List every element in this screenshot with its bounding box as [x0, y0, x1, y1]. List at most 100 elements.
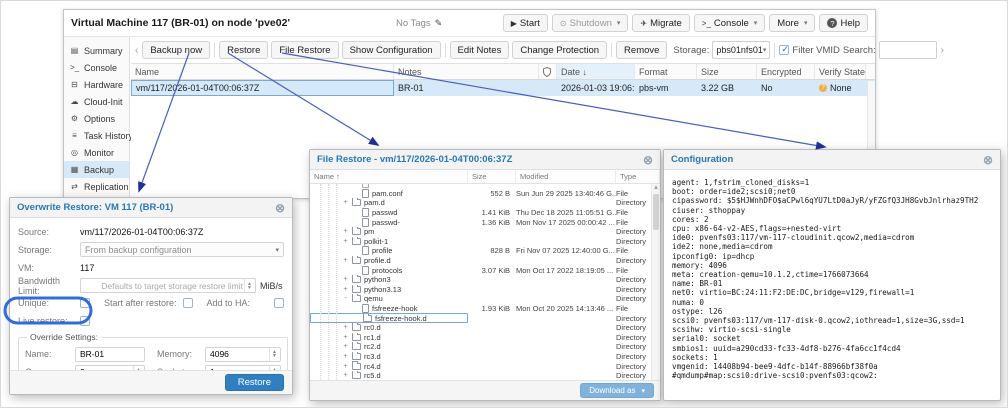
file-name-label: passwd — [372, 208, 397, 217]
tree-expander-icon[interactable]: + — [342, 343, 349, 350]
file-column-header-size[interactable]: Size — [468, 170, 516, 183]
add-ha-checkbox[interactable] — [274, 298, 284, 308]
download-as-button[interactable]: Download as ▾ — [580, 383, 654, 398]
file-row-polkit-1[interactable]: +polkit-1Directory — [310, 237, 660, 247]
name-input[interactable] — [76, 348, 144, 361]
file-row-fsfreeze-hook[interactable]: fsfreeze-hook1.93 KiBMon Oct 20 2025 14:… — [310, 304, 660, 314]
tree-expander-icon[interactable]: + — [342, 199, 349, 206]
tree-expander-icon[interactable]: + — [342, 372, 349, 379]
file-row-passwd-[interactable]: passwd-1.36 KiBMon Nov 17 2025 00:00:42 … — [310, 217, 660, 227]
unique-checkbox[interactable] — [80, 298, 90, 308]
help-button[interactable]: ?Help — [819, 14, 868, 32]
sidebar-item-cloud-init[interactable]: ☁Cloud-Init — [64, 93, 129, 110]
tree-expander-icon[interactable]: + — [342, 276, 349, 283]
backup-table-row[interactable]: vm/117/2026-01-04T00:06:37ZBR-012026-01-… — [131, 80, 875, 96]
sidebar-item-monitor[interactable]: ◎Monitor — [64, 144, 129, 161]
migrate-button[interactable]: ✈Migrate — [632, 14, 689, 32]
file-row-pam-d[interactable]: +pam.dDirectory — [310, 198, 660, 208]
tree-expander-icon[interactable]: + — [342, 238, 349, 245]
column-header-size[interactable]: Size — [697, 64, 757, 79]
file-column-header-modified[interactable]: Modified — [516, 170, 616, 183]
tree-expander-icon[interactable]: + — [342, 324, 349, 331]
file-row-rc4-d[interactable]: +rc4.dDirectory — [310, 361, 660, 371]
sidebar-item-label: Hardware — [84, 80, 123, 90]
show-configuration-button[interactable]: Show Configuration — [342, 41, 441, 59]
bandwidth-input-wrap: ▲▼ — [80, 278, 256, 293]
tree-expander-icon[interactable]: + — [342, 334, 349, 341]
more-button[interactable]: More▾ — [769, 14, 815, 32]
file-row-rc3-d[interactable]: +rc3.dDirectory — [310, 352, 660, 362]
column-header-encrypted[interactable]: Encrypted — [757, 64, 815, 79]
restore-button[interactable]: Restore — [219, 41, 268, 59]
file-row-profile-d[interactable]: +profile.dDirectory — [310, 256, 660, 266]
file-row-rc1-d[interactable]: +rc1.dDirectory — [310, 333, 660, 343]
bandwidth-input[interactable] — [81, 279, 255, 292]
start-after-checkbox[interactable] — [183, 298, 193, 308]
collapse-chevron-icon[interactable]: ‹ — [134, 45, 139, 56]
tree-expander-icon[interactable]: + — [342, 363, 349, 370]
column-header-date[interactable]: Date ↓ — [557, 64, 635, 79]
live-restore-checkbox[interactable] — [80, 316, 90, 326]
close-icon[interactable]: ⊗ — [643, 154, 653, 166]
spinner-icon[interactable]: ▲▼ — [244, 279, 254, 292]
file-name-label: profile.d — [364, 256, 391, 265]
column-header-verify-state[interactable]: Verify State — [815, 64, 866, 79]
search-input[interactable] — [879, 41, 937, 59]
edit-notes-button[interactable]: Edit Notes — [450, 41, 510, 59]
file-row-rc0-d[interactable]: +rc0.dDirectory — [310, 323, 660, 333]
console-button[interactable]: >_Console▾ — [694, 14, 766, 32]
file-row-profile[interactable]: profile828 BFri Nov 07 2025 12:40:00 G..… — [310, 246, 660, 256]
sidebar-item-task-history[interactable]: ≡Task History — [64, 127, 129, 144]
sidebar-item-summary[interactable]: ▤Summary — [64, 42, 129, 59]
filter-vmid-checkbox[interactable] — [779, 45, 789, 55]
sidebar-item-backup[interactable]: ▦Backup — [64, 161, 129, 178]
column-header-protected[interactable] — [539, 64, 557, 79]
spinner-icon[interactable]: ▲▼ — [269, 348, 279, 361]
column-header-format[interactable]: Format — [635, 64, 697, 79]
restore-dialog-body: Source: vm/117/2026-01-04T00:06:37Z Stor… — [10, 218, 292, 387]
tree-expander-icon[interactable]: + — [342, 257, 349, 264]
next-chevron-icon[interactable]: › — [940, 45, 945, 56]
file-row-passwd[interactable]: passwd1.41 KiBThu Dec 18 2025 11:05:51 G… — [310, 208, 660, 218]
file-size: 1.41 KiB — [468, 208, 516, 217]
file-row-qemu[interactable]: -qemuDirectory — [310, 294, 660, 304]
restore-button[interactable]: Restore — [225, 374, 284, 391]
file-row-python3-13[interactable]: +python3.13Directory — [310, 285, 660, 295]
tree-expander-icon[interactable]: + — [342, 228, 349, 235]
tree-expander-icon[interactable]: - — [342, 295, 349, 302]
shutdown-button[interactable]: ⊙Shutdown▾ — [552, 14, 628, 32]
file-row-pm[interactable]: +pmDirectory — [310, 227, 660, 237]
file-column-header-name[interactable]: Name ↑ — [310, 170, 468, 183]
tree-expander-icon[interactable]: + — [342, 353, 349, 360]
backup-now-button[interactable]: Backup now — [142, 41, 210, 59]
column-header-notes[interactable]: Notes — [394, 64, 539, 79]
sidebar-item-options[interactable]: ⚙Options — [64, 110, 129, 127]
cell-value: 3.22 GB — [701, 83, 734, 93]
file-row-rc5-d[interactable]: +rc5.dDirectory — [310, 371, 660, 380]
remove-button[interactable]: Remove — [616, 41, 667, 59]
close-icon[interactable]: ⊗ — [983, 154, 993, 166]
file-restore-button[interactable]: File Restore — [271, 41, 338, 59]
file-row-python3[interactable]: +python3Directory — [310, 275, 660, 285]
start-button[interactable]: ▶Start — [503, 14, 548, 32]
close-icon[interactable]: ⊗ — [275, 202, 285, 214]
storage-select[interactable]: From backup configuration ▾ — [80, 242, 284, 257]
edit-tags-pencil-icon[interactable]: ✎ — [435, 18, 443, 29]
change-protection-button[interactable]: Change Protection — [512, 41, 607, 59]
file-row-rc2-d[interactable]: +rc2.dDirectory — [310, 342, 660, 352]
file-list-scrollbar[interactable]: ▲ — [651, 184, 660, 380]
file-row-protocols[interactable]: protocols3.07 KiBMon Oct 17 2022 18:19:0… — [310, 265, 660, 275]
file-row[interactable] — [310, 184, 660, 189]
file-row-fsfreeze-hook-d[interactable]: fsfreeze-hook.dDirectory — [310, 313, 660, 323]
sidebar-item-console[interactable]: >_Console — [64, 59, 129, 76]
file-column-header-type[interactable]: Type — [616, 170, 660, 183]
row-cell-name: vm/117/2026-01-04T00:06:37Z — [131, 80, 394, 96]
storage-select[interactable]: pbs01nfs01▾ — [712, 41, 770, 59]
tree-expander-icon[interactable]: + — [342, 286, 349, 293]
sidebar-item-replication[interactable]: ⇄Replication — [64, 178, 129, 195]
scroll-up-icon[interactable]: ▲ — [653, 185, 659, 191]
file-row-pam-conf[interactable]: pam.conf552 BSun Jun 29 2025 13:40:46 G.… — [310, 189, 660, 199]
sidebar-item-hardware[interactable]: ⊟Hardware — [64, 76, 129, 93]
bandwidth-unit: MiB/s — [260, 281, 283, 291]
column-header-name[interactable]: Name — [131, 64, 394, 79]
